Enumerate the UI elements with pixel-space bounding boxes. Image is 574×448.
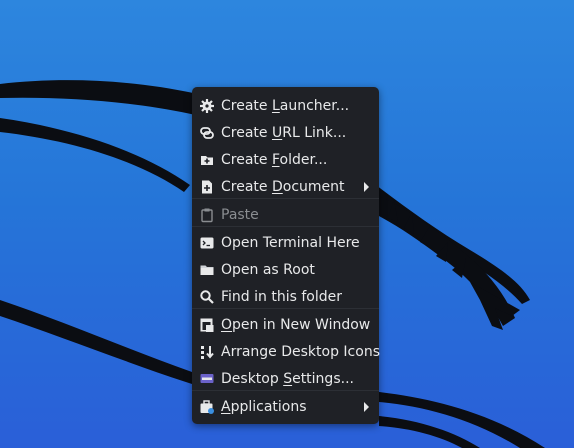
new-folder-icon [201, 156, 213, 165]
menu-item-open-as-root[interactable]: Open as Root [192, 256, 379, 283]
menu-item-create-launcher[interactable]: Create Launcher... [192, 92, 379, 119]
applications-icon [200, 400, 214, 414]
menu-item-paste: Paste [192, 201, 379, 228]
submenu-arrow-icon [364, 402, 369, 412]
clipboard-icon [201, 208, 213, 223]
menu-item-label: Find in this folder [221, 288, 342, 305]
menu-item-label: Arrange Desktop Icons [221, 343, 380, 360]
gear-icon [200, 99, 214, 113]
desktop-settings-icon [200, 374, 214, 383]
menu-item-create-url-link[interactable]: Create URL Link... [192, 119, 379, 146]
menu-item-label: Applications [221, 398, 307, 415]
new-window-icon [200, 318, 214, 332]
link-icon [200, 127, 214, 139]
menu-item-open-terminal-here[interactable]: Open Terminal Here [192, 229, 379, 256]
menu-item-label: Paste [221, 206, 259, 223]
menu-item-label: Create Launcher... [221, 97, 350, 114]
menu-item-label: Create URL Link... [221, 124, 347, 141]
menu-item-applications[interactable]: Applications [192, 393, 379, 420]
menu-item-label: Create Folder... [221, 151, 328, 168]
arrange-icons-icon [201, 346, 214, 359]
desktop-context-menu: Create Launcher... Create URL Link... Crea… [192, 87, 380, 424]
menu-item-find-in-this-folder[interactable]: Find in this folder [192, 283, 379, 310]
menu-item-label: Desktop Settings... [221, 370, 354, 387]
menu-item-open-in-new-window[interactable]: Open in New Window [192, 311, 379, 338]
menu-item-create-document[interactable]: Create Document [192, 173, 379, 200]
folder-icon [200, 265, 214, 275]
menu-item-label: Open Terminal Here [221, 234, 360, 251]
menu-item-create-folder[interactable]: Create Folder... [192, 146, 379, 173]
menu-item-arrange-desktop-icons[interactable]: Arrange Desktop Icons [192, 338, 380, 365]
menu-item-label: Create Document [221, 178, 345, 195]
terminal-icon [200, 237, 214, 249]
menu-item-label: Open as Root [221, 261, 315, 278]
search-icon [200, 290, 214, 304]
menu-item-label: Open in New Window [221, 316, 371, 333]
menu-item-desktop-settings[interactable]: Desktop Settings... [192, 365, 379, 392]
new-document-icon [202, 180, 212, 194]
submenu-arrow-icon [364, 182, 369, 192]
